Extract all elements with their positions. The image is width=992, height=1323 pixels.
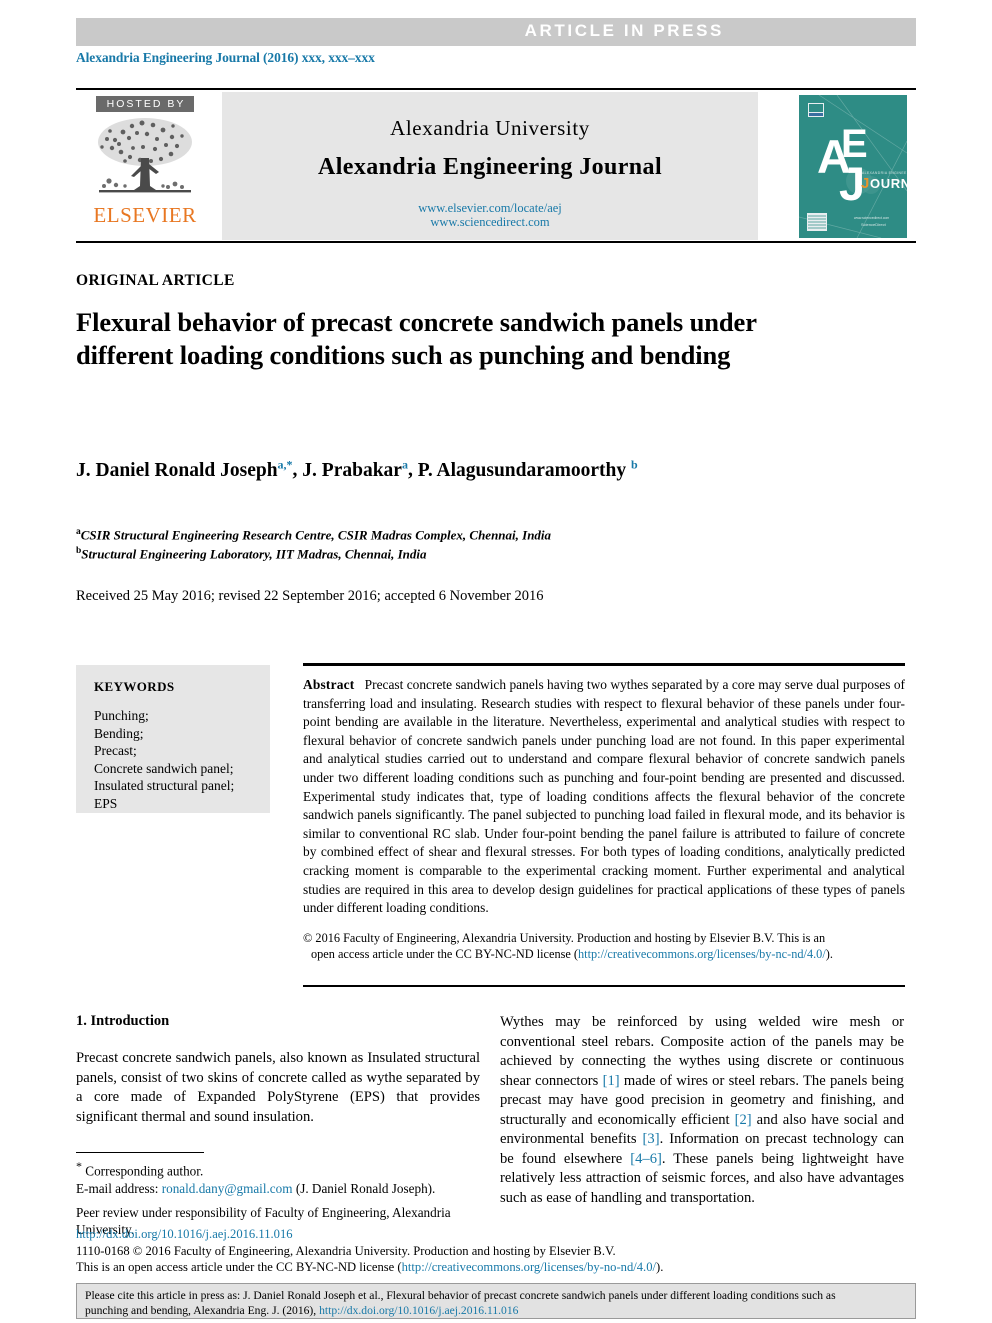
- cite-line-2: punching and bending, Alexandria Eng. J.…: [85, 1304, 907, 1319]
- journal-title: Alexandria Engineering Journal: [317, 154, 663, 180]
- affiliation-1-text: Structural Engineering Laboratory, IIT M…: [81, 546, 427, 562]
- license-link[interactable]: http://creativecommons.org/licenses/by-n…: [402, 1260, 656, 1274]
- citation-ref-2[interactable]: [2]: [735, 1112, 752, 1128]
- citation-ref-1[interactable]: [1]: [603, 1073, 620, 1089]
- body-column-right: Wythes may be reinforced by using welded…: [500, 1013, 904, 1208]
- svg-text:OURNAL: OURNAL: [870, 176, 907, 191]
- author-sep-0: ,: [292, 459, 303, 481]
- keyword-item: Bending;: [94, 725, 144, 741]
- cite-line-2-pre: punching and bending, Alexandria Eng. J.…: [85, 1303, 320, 1317]
- page-title: Flexural behavior of precast concrete sa…: [76, 307, 757, 370]
- corresponding-author-text: Corresponding author.: [85, 1163, 204, 1179]
- abstract-rule-bottom: [303, 985, 905, 987]
- keywords-heading: KEYWORDS: [94, 679, 175, 694]
- elsevier-wordmark: ELSEVIER: [93, 203, 197, 227]
- cite-doi-link[interactable]: http://dx.doi.org/10.1016/j.aej.2016.11.…: [319, 1304, 518, 1317]
- author-sep-1: ,: [407, 459, 418, 481]
- cite-line-1: Please cite this article in press as: J.…: [85, 1289, 836, 1302]
- keyword-item: Insulated structural panel;: [94, 778, 235, 793]
- email-note: E-mail address: ronald.dany@gmail.com (J…: [76, 1180, 488, 1198]
- journal-url-sciencedirect[interactable]: www.sciencedirect.com: [222, 215, 758, 229]
- publication-block: http://dx.doi.org/10.1016/j.aej.2016.11.…: [76, 1226, 916, 1276]
- abstract-copyright: © 2016 Faculty of Engineering, Alexandri…: [303, 930, 905, 962]
- cite-this-article-box: Please cite this article in press as: J.…: [76, 1283, 916, 1319]
- email-label: E-mail address:: [76, 1180, 159, 1196]
- abstract-body: Abstract Precast concrete sandwich panel…: [303, 676, 905, 918]
- svg-text:ALEXANDRIA ENGINEERING: ALEXANDRIA ENGINEERING: [862, 171, 907, 175]
- affiliation-1: bStructural Engineering Laboratory, IIT …: [76, 543, 876, 562]
- copyright-line-1: © 2016 Faculty of Engineering, Alexandri…: [303, 931, 826, 945]
- copyright-line-2: open access article under the CC BY-NC-N…: [303, 946, 905, 962]
- article-type-label: ORIGINAL ARTICLE: [76, 272, 235, 289]
- elsevier-tree-icon: [76, 114, 214, 202]
- copyright-license-pre: open access article under the CC BY-NC-N…: [311, 947, 579, 961]
- author-2: P. Alagusundaramoorthy b: [417, 457, 638, 481]
- section-heading-introduction: 1. Introduction: [76, 1013, 170, 1029]
- license-line: This is an open access article under the…: [76, 1259, 916, 1276]
- journal-masthead: HOSTED BY ELSEVIER Alexandria University…: [76, 88, 916, 243]
- keywords-box: KEYWORDS Punching; Bending; Precast; Con…: [76, 665, 270, 813]
- journal-reference-line: Alexandria Engineering Journal (2016) xx…: [76, 50, 375, 65]
- author-2-sup[interactable]: b: [631, 457, 638, 471]
- university-name: Alexandria University: [390, 116, 590, 140]
- intro-paragraph-left: Precast concrete sandwich panels, also k…: [76, 1050, 480, 1125]
- corresponding-author-note: * Corresponding author.: [76, 1158, 488, 1180]
- issn-copyright-line: 1110-0168 © 2016 Faculty of Engineering,…: [76, 1243, 616, 1258]
- keyword-item: EPS: [94, 795, 118, 811]
- article-history: Received 25 May 2016; revised 22 Septemb…: [76, 588, 544, 604]
- affiliation-0: aCSIR Structural Engineering Research Ce…: [76, 524, 876, 543]
- citation-ref-4[interactable]: [4–6]: [630, 1151, 662, 1167]
- hosted-by-badge: HOSTED BY: [95, 96, 195, 112]
- affiliation-0-text: CSIR Structural Engineering Research Cen…: [80, 527, 552, 543]
- doi-link[interactable]: http://dx.doi.org/10.1016/j.aej.2016.11.…: [76, 1226, 916, 1243]
- affiliation-list: aCSIR Structural Engineering Research Ce…: [76, 524, 876, 563]
- svg-text:J: J: [861, 175, 869, 192]
- journal-cover-block: A E J J OURNAL ALEXANDRIA ENGINEERING ww…: [788, 92, 916, 240]
- keyword-item: Concrete sandwich panel;: [94, 760, 234, 776]
- author-0-name: J. Daniel Ronald Joseph: [76, 459, 278, 481]
- email-link[interactable]: ronald.dany@gmail.com: [162, 1181, 293, 1196]
- license-pre: This is an open access article under the…: [76, 1260, 402, 1274]
- license-post: ).: [656, 1260, 664, 1274]
- footnote-separator-rule: [76, 1152, 204, 1154]
- author-1: J. Prabakara: [302, 457, 408, 481]
- intro-paragraph-right: Wythes may be reinforced by using welded…: [500, 1013, 904, 1208]
- journal-cover-image: A E J J OURNAL ALEXANDRIA ENGINEERING ww…: [799, 95, 907, 238]
- keywords-list: Punching; Bending; Precast; Concrete san…: [94, 707, 270, 812]
- elsevier-hosted-block: HOSTED BY ELSEVIER: [76, 92, 214, 240]
- author-0: J. Daniel Ronald Josepha,*: [76, 457, 293, 481]
- abstract-rule-top: [303, 663, 905, 666]
- cc-license-link[interactable]: http://creativecommons.org/licenses/by-n…: [578, 947, 826, 961]
- article-in-press-label: ARTICLE IN PRESS: [524, 21, 724, 40]
- author-list: J. Daniel Ronald Josepha,*, J. Prabakara…: [76, 457, 876, 482]
- keyword-item: Punching;: [94, 708, 149, 723]
- author-0-sup[interactable]: a,*: [278, 457, 293, 471]
- abstract-text: Precast concrete sandwich panels having …: [303, 677, 906, 916]
- article-in-press-banner: ARTICLE IN PRESS: [76, 18, 916, 46]
- body-column-left: 1. Introduction Precast concrete sandwic…: [76, 1013, 480, 1127]
- keyword-item: Precast;: [94, 743, 137, 758]
- journal-url-locate[interactable]: www.elsevier.com/locate/aej: [222, 201, 758, 215]
- abstract-label: Abstract: [303, 677, 355, 692]
- author-2-name: P. Alagusundaramoorthy: [417, 459, 627, 481]
- svg-text:ScienceDirect: ScienceDirect: [861, 222, 887, 227]
- author-1-name: J. Prabakar: [302, 459, 402, 481]
- svg-text:www.sciencedirect.com: www.sciencedirect.com: [854, 216, 889, 220]
- email-owner: (J. Daniel Ronald Joseph).: [295, 1180, 436, 1196]
- corresponding-author-marker: *: [76, 1159, 82, 1173]
- journal-urls: www.elsevier.com/locate/aej www.scienced…: [222, 201, 758, 229]
- citation-ref-3[interactable]: [3]: [643, 1131, 660, 1147]
- copyright-license-post: ).: [825, 947, 833, 961]
- journal-center-block: Alexandria University Alexandria Enginee…: [222, 92, 758, 240]
